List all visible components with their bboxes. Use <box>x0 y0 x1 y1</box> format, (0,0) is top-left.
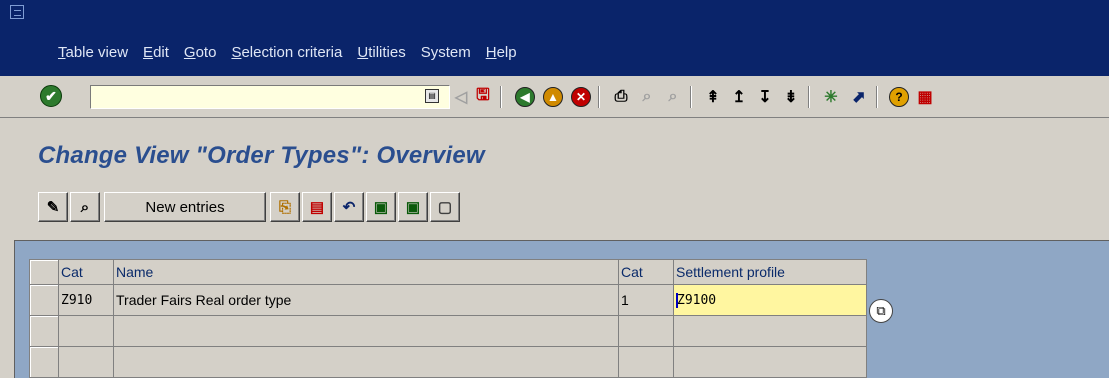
magnifier-icon: ⌕ <box>80 198 90 216</box>
order-types-table: Cat Name Cat Settlement profile Z910 Tra… <box>29 259 867 378</box>
enter-check-icon[interactable]: ✔ <box>40 85 62 107</box>
toolbar-separator <box>808 86 810 108</box>
content-area: Cat Name Cat Settlement profile Z910 Tra… <box>14 240 1109 378</box>
value-help-icon[interactable]: ⧉ <box>869 299 893 323</box>
toolbar-separator <box>500 86 502 108</box>
deselect-all-icon: ▢ <box>437 199 453 216</box>
cell-name <box>113 346 619 378</box>
select-block-button[interactable]: ▣ <box>398 192 428 222</box>
table-row: Z910 Trader Fairs Real order type 1 Z910… <box>29 284 867 316</box>
table-row <box>29 315 867 347</box>
new-entries-label: New entries <box>145 198 225 216</box>
cell-settlement-profile-input[interactable]: Z9100 <box>673 284 867 316</box>
select-all-button[interactable]: ▣ <box>366 192 396 222</box>
column-header-cat[interactable]: Cat <box>58 259 114 285</box>
layout-menu-icon[interactable]: ▦ <box>912 84 938 110</box>
toolbar-separator <box>690 86 692 108</box>
cell-settlement-profile <box>673 315 867 347</box>
cell-cat-2 <box>618 315 674 347</box>
row-selector[interactable] <box>29 346 59 378</box>
undo-change-button[interactable]: ↶ <box>334 192 364 222</box>
first-page-icon[interactable]: ⇞ <box>700 84 726 110</box>
cell-cat-2 <box>618 346 674 378</box>
delete-button[interactable]: ▤ <box>302 192 332 222</box>
save-icon[interactable]: 🖫 <box>470 84 496 110</box>
menu-system[interactable]: System <box>421 44 471 61</box>
column-header-settlement-profile[interactable]: Settlement profile <box>673 259 867 285</box>
deselect-all-button[interactable]: ▢ <box>430 192 460 222</box>
menu-edit[interactable]: Edit <box>143 44 169 61</box>
select-block-icon: ▣ <box>405 199 421 216</box>
display-change-button[interactable]: ✎ <box>38 192 68 222</box>
copy-icon: ⎘ <box>278 198 291 216</box>
table-row <box>29 346 867 378</box>
command-field[interactable] <box>90 85 450 109</box>
find-next-icon: ⌕ <box>668 88 678 105</box>
cell-cat <box>58 346 114 378</box>
menu-help[interactable]: Help <box>486 44 517 61</box>
cell-name: Trader Fairs Real order type <box>113 284 619 316</box>
delete-icon: ▤ <box>309 199 325 216</box>
copy-as-button[interactable]: ⎘ <box>270 192 300 222</box>
column-header-name[interactable]: Name <box>113 259 619 285</box>
cell-cat <box>58 315 114 347</box>
undo-icon: ↶ <box>342 199 356 216</box>
print-icon[interactable]: ⎙ <box>608 84 634 110</box>
back-icon[interactable]: ◀ <box>512 84 538 110</box>
cell-name <box>113 315 619 347</box>
menu-selection-criteria[interactable]: Selection criteria <box>231 44 342 61</box>
title-area: Change View "Order Types": Overview <box>0 128 1109 176</box>
select-all-cell[interactable] <box>29 259 59 285</box>
new-session-icon[interactable]: ✳ <box>818 84 844 110</box>
previous-page-icon[interactable]: ↥ <box>726 84 752 110</box>
page-title: Change View "Order Types": Overview <box>38 142 485 169</box>
application-toolbar: ✎ ⌕ New entries ⎘ ▤ ↶ ▣ ▣ ▢ <box>0 188 1109 232</box>
menu-bar: Table view Edit Goto Selection criteria … <box>58 44 532 61</box>
display-button[interactable]: ⌕ <box>70 192 100 222</box>
toolbar-separator <box>598 86 600 108</box>
table-header-row: Cat Name Cat Settlement profile <box>29 259 867 285</box>
new-entries-button[interactable]: New entries <box>104 192 266 222</box>
toolbar-separator <box>876 86 878 108</box>
help-icon[interactable]: ? <box>886 84 912 110</box>
cell-cat: Z910 <box>58 284 114 316</box>
command-history-icon[interactable]: ▤ <box>425 89 439 103</box>
row-selector[interactable] <box>29 284 59 316</box>
standard-toolbar: ✔ ▤ ◁ 🖫 ◀ ▲ ✕ ⎙ ⌕ ⌕ ⇞ ↥ ↧ ⇟ ✳ ⬈ ? ▦ <box>0 76 1109 118</box>
column-header-cat-2[interactable]: Cat <box>618 259 674 285</box>
menu-table-view[interactable]: Table view <box>58 44 128 61</box>
cancel-icon[interactable]: ✕ <box>568 84 594 110</box>
shortcut-icon[interactable]: ⬈ <box>846 84 872 110</box>
cell-cat-2: 1 <box>618 284 674 316</box>
menu-utilities[interactable]: Utilities <box>357 44 405 61</box>
find-icon: ⌕ <box>642 88 652 105</box>
system-menu-icon[interactable] <box>10 5 24 19</box>
cell-settlement-profile <box>673 346 867 378</box>
last-page-icon[interactable]: ⇟ <box>778 84 804 110</box>
pencil-glasses-icon: ✎ <box>46 199 60 216</box>
next-page-icon[interactable]: ↧ <box>752 84 778 110</box>
window-title-bar: Table view Edit Goto Selection criteria … <box>0 0 1109 76</box>
row-selector[interactable] <box>29 315 59 347</box>
select-all-icon: ▣ <box>373 199 389 216</box>
menu-goto[interactable]: Goto <box>184 44 217 61</box>
exit-icon[interactable]: ▲ <box>540 84 566 110</box>
